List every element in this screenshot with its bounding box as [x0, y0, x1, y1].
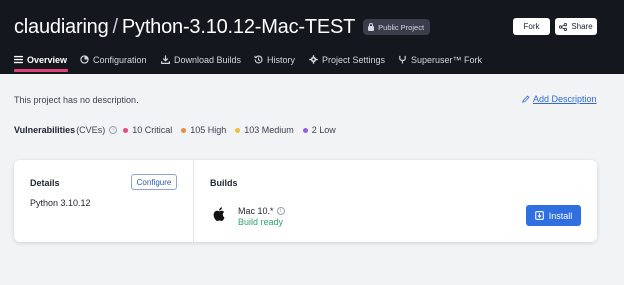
add-description-label: Add Description: [533, 94, 597, 104]
details-title: Details: [30, 178, 60, 188]
tab-superuser-fork[interactable]: Superuser™ Fork: [398, 50, 482, 69]
vulnerabilities-title: Vulnerabilities: [14, 125, 76, 135]
vuln-critical: 10 Critical: [123, 125, 172, 135]
vuln-medium: 103 Medium: [235, 125, 294, 135]
project-breadcrumb: claudiaring / Python-3.10.12-Mac-TEST Pu…: [14, 14, 431, 40]
apple-icon: [213, 207, 225, 221]
info-icon[interactable]: i: [109, 126, 118, 134]
build-platform-label: Mac 10.*: [238, 206, 274, 216]
gear-swirl-icon: [80, 55, 89, 64]
vuln-medium-label: 103 Medium: [244, 125, 294, 135]
tab-history[interactable]: History: [254, 50, 295, 69]
list-icon: [14, 55, 23, 64]
build-status: Build ready: [238, 217, 284, 227]
gear-icon: [309, 55, 318, 64]
vuln-high-label: 105 High: [190, 125, 227, 135]
critical-dot-icon: [123, 127, 129, 133]
vuln-high: 105 High: [181, 125, 226, 135]
active-tab-indicator: [14, 69, 68, 72]
tab-label: History: [267, 54, 296, 65]
owner-link[interactable]: claudiaring: [14, 16, 109, 39]
tab-download-builds[interactable]: Download Builds: [161, 50, 241, 69]
medium-dot-icon: [235, 127, 241, 133]
fork-button-label: Fork: [523, 22, 540, 31]
visibility-badge: Public Project: [363, 19, 431, 35]
tab-label: Download Builds: [174, 54, 242, 65]
fork-icon: [399, 55, 406, 64]
download-icon: [161, 55, 170, 64]
tab-label: Project Settings: [322, 54, 386, 65]
install-icon: [534, 211, 544, 220]
share-button-label: Share: [571, 22, 593, 31]
low-dot-icon: [302, 127, 308, 133]
project-title: Python-3.10.12-Mac-TEST: [121, 15, 356, 38]
vuln-critical-label: 10 Critical: [132, 125, 173, 135]
breadcrumb-separator: /: [112, 15, 119, 38]
high-dot-icon: [181, 127, 187, 133]
builds-title: Builds: [210, 178, 238, 188]
tab-label: Configuration: [93, 54, 147, 65]
visibility-badge-label: Public Project: [378, 22, 425, 32]
tab-configuration[interactable]: Configuration: [80, 50, 147, 69]
tab-project-settings[interactable]: Project Settings: [309, 50, 385, 69]
install-button-label: Install: [548, 210, 573, 221]
add-description-link[interactable]: Add Description: [522, 94, 597, 104]
tab-label: Superuser™ Fork: [411, 54, 483, 65]
card-divider: [193, 160, 194, 242]
vuln-low: 2 Low: [302, 125, 336, 135]
build-info-icon[interactable]: i: [276, 207, 285, 215]
pencil-icon: [522, 95, 530, 103]
install-button[interactable]: Install: [526, 205, 581, 226]
tab-label: Overview: [27, 54, 68, 65]
vulnerabilities-subtitle: (CVEs): [76, 125, 106, 135]
vuln-low-label: 2 Low: [311, 125, 336, 135]
share-icon: [559, 22, 568, 31]
lock-icon: [368, 22, 375, 31]
tab-overview[interactable]: Overview: [14, 50, 67, 69]
fork-button[interactable]: Fork: [513, 18, 550, 35]
project-header: claudiaring / Python-3.10.12-Mac-TEST Pu…: [0, 0, 624, 74]
share-button[interactable]: Share: [555, 18, 597, 35]
history-icon: [254, 55, 263, 64]
build-platform: Mac 10.* i: [238, 206, 285, 216]
vulnerabilities-summary: Vulnerabilities (CVEs) i 10 Critical 105…: [14, 125, 345, 135]
project-summary-card: Details Configure Python 3.10.12 Builds …: [14, 160, 597, 242]
runtime-version: Python 3.10.12: [30, 198, 91, 208]
project-description: This project has no description.: [14, 95, 139, 105]
configure-button[interactable]: Configure: [131, 174, 177, 190]
